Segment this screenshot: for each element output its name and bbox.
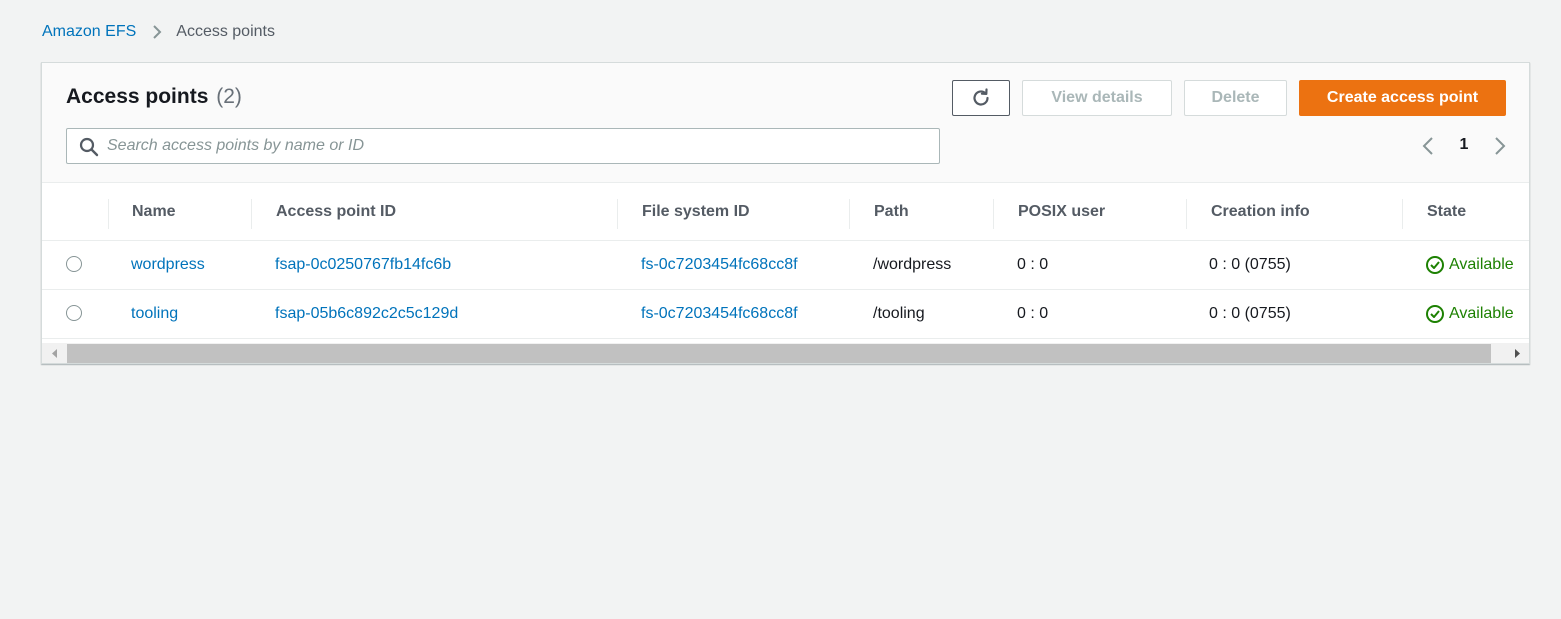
column-header-posix-user[interactable]: POSIX user	[1018, 183, 1105, 240]
breadcrumb-current: Access points	[176, 23, 275, 40]
refresh-button[interactable]	[952, 80, 1010, 116]
table-row[interactable]: wordpress fsap-0c0250767fb14fc6b fs-0c72…	[42, 241, 1529, 290]
row-select-radio[interactable]	[66, 305, 82, 321]
view-details-button[interactable]: View details	[1022, 80, 1172, 116]
panel-title-text: Access points	[66, 85, 209, 108]
cell-file-system-id-link[interactable]: fs-0c7203454fc68cc8f	[641, 241, 798, 289]
column-header-state[interactable]: State	[1427, 183, 1466, 240]
chevron-right-icon[interactable]	[1488, 135, 1510, 157]
cell-name-link[interactable]: wordpress	[131, 241, 205, 289]
scroll-right-arrow-icon[interactable]	[1506, 343, 1528, 364]
cell-creation-info: 0 : 0 (0755)	[1209, 256, 1291, 273]
pagination: 1	[1418, 133, 1518, 159]
access-points-table: Name Access point ID File system ID Path…	[42, 183, 1529, 343]
status-available-icon	[1426, 305, 1444, 323]
column-header-path[interactable]: Path	[874, 183, 909, 240]
refresh-icon	[973, 88, 989, 106]
column-header-name[interactable]: Name	[132, 183, 176, 240]
cell-path: /tooling	[873, 305, 925, 322]
column-divider[interactable]	[251, 199, 252, 229]
cell-access-point-id-link[interactable]: fsap-05b6c892c2c5c129d	[275, 290, 458, 338]
breadcrumb: Amazon EFS Access points	[42, 20, 275, 44]
search-input[interactable]	[107, 129, 927, 163]
pagination-page-number[interactable]: 1	[1454, 136, 1474, 154]
cell-state: Available	[1425, 241, 1514, 289]
column-divider[interactable]	[1402, 199, 1403, 229]
chevron-right-icon	[152, 24, 162, 40]
horizontal-scrollbar[interactable]	[42, 343, 1529, 364]
create-access-point-button[interactable]: Create access point	[1299, 80, 1506, 116]
status-text: Available	[1449, 256, 1514, 273]
cell-name-link[interactable]: tooling	[131, 290, 178, 338]
cell-creation-info: 0 : 0 (0755)	[1209, 305, 1291, 322]
column-divider[interactable]	[108, 199, 109, 229]
panel-item-count: (2)	[216, 85, 242, 108]
column-divider[interactable]	[1186, 199, 1187, 229]
cell-state: Available	[1425, 290, 1514, 338]
search-box	[66, 128, 940, 164]
scroll-left-arrow-icon[interactable]	[44, 343, 66, 364]
cell-posix-user: 0 : 0	[1017, 256, 1049, 273]
row-select-radio[interactable]	[66, 256, 82, 272]
scrollbar-thumb[interactable]	[67, 344, 1491, 363]
access-points-panel: Access points (2) View details Delete Cr…	[41, 62, 1530, 364]
status-text: Available	[1449, 305, 1514, 322]
cell-posix-user: 0 : 0	[1017, 305, 1049, 322]
search-icon	[79, 137, 99, 157]
cell-access-point-id-link[interactable]: fsap-0c0250767fb14fc6b	[275, 241, 451, 289]
column-divider[interactable]	[849, 199, 850, 229]
cell-file-system-id-link[interactable]: fs-0c7203454fc68cc8f	[641, 290, 798, 338]
column-header-creation-info[interactable]: Creation info	[1211, 183, 1310, 240]
column-divider[interactable]	[617, 199, 618, 229]
column-header-access-point-id[interactable]: Access point ID	[276, 183, 396, 240]
column-header-file-system-id[interactable]: File system ID	[642, 183, 750, 240]
cell-path: /wordpress	[873, 256, 952, 273]
table-header: Name Access point ID File system ID Path…	[42, 183, 1529, 241]
column-divider[interactable]	[993, 199, 994, 229]
breadcrumb-amazon-efs-link[interactable]: Amazon EFS	[42, 23, 136, 41]
delete-button[interactable]: Delete	[1184, 80, 1287, 116]
status-available-icon	[1426, 256, 1444, 274]
chevron-left-icon[interactable]	[1418, 135, 1440, 157]
panel-title: Access points (2)	[66, 85, 242, 109]
panel-header: Access points (2) View details Delete Cr…	[42, 63, 1529, 183]
table-row[interactable]: tooling fsap-05b6c892c2c5c129d fs-0c7203…	[42, 290, 1529, 339]
